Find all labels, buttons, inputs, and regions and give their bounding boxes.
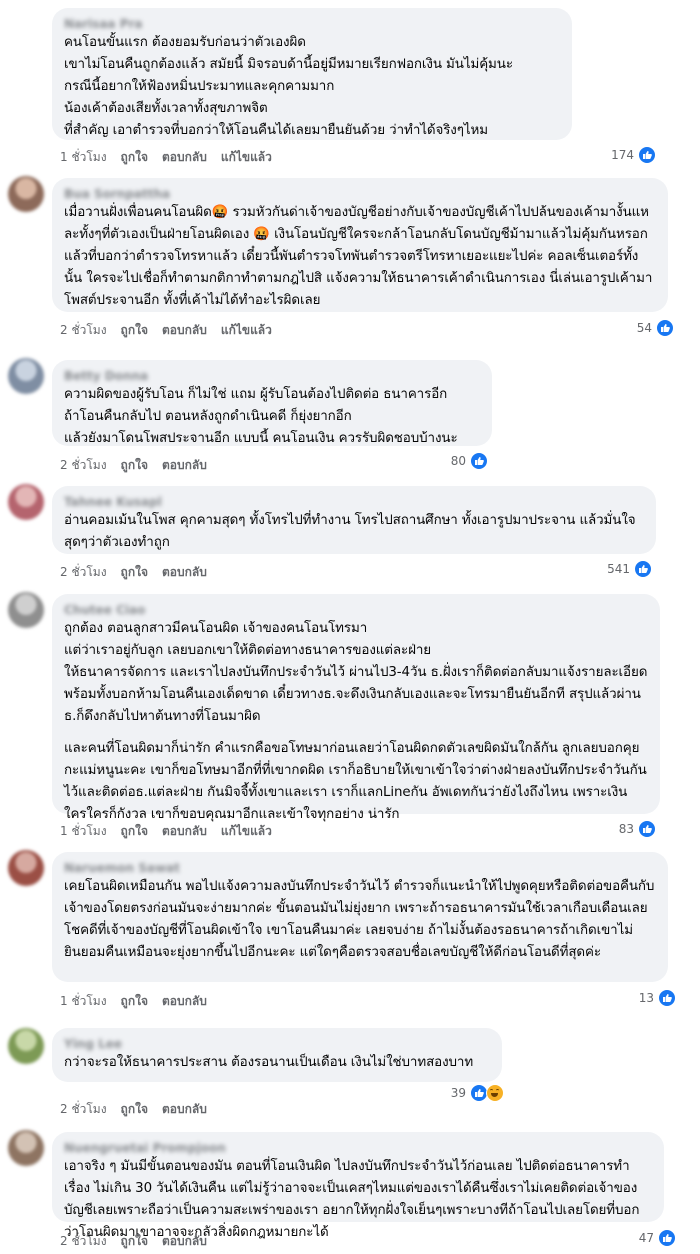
reaction-count: 83	[618, 822, 634, 836]
comment-time[interactable]: 2 ชั่วโมง	[60, 1100, 107, 1119]
comment-author[interactable]: Naruemon Sawat	[64, 860, 656, 876]
comment-author[interactable]: Nuengruetai Prompjoon	[64, 1140, 652, 1156]
comment-actions: 2 ชั่วโมง ถูกใจ ตอบกลับ	[60, 1100, 207, 1119]
comment-time[interactable]: 2 ชั่วโมง	[60, 321, 107, 340]
reaction-summary[interactable]: 54	[637, 319, 674, 337]
like-button[interactable]: ถูกใจ	[121, 992, 148, 1011]
like-button[interactable]: ถูกใจ	[121, 822, 148, 841]
edited-label[interactable]: แก้ไขแล้ว	[221, 822, 272, 841]
comment-text: และคนที่โอนผิดมาก็น่ารัก คำแรกคือขอโทษมา…	[64, 741, 647, 822]
comment-time[interactable]: 2 ชั่วโมง	[60, 563, 107, 582]
comment-author[interactable]: Chutee Ciao	[64, 602, 648, 618]
comment-bubble: Bua Sornpattha เมื่อวานฝั่งเพื่อนคนโอนผิ…	[52, 178, 668, 312]
comment-time[interactable]: 2 ชั่วโมง	[60, 1232, 107, 1251]
like-button[interactable]: ถูกใจ	[121, 563, 148, 582]
reaction-summary[interactable]: 83	[619, 820, 656, 838]
like-icon	[656, 319, 674, 337]
comment-actions: 2 ชั่วโมง ถูกใจ ตอบกลับ	[60, 563, 207, 582]
reply-button[interactable]: ตอบกลับ	[162, 1100, 207, 1119]
reply-button[interactable]: ตอบกลับ	[162, 148, 207, 167]
reaction-count: 174	[611, 148, 634, 162]
comment-bubble: Ying Lee กว่าจะรอให้ธนาคารประสาน ต้องรอน…	[52, 1028, 502, 1082]
edited-label[interactable]: แก้ไขแล้ว	[221, 321, 272, 340]
reply-button[interactable]: ตอบกลับ	[162, 1232, 207, 1251]
avatar[interactable]	[8, 1130, 44, 1166]
reaction-summary[interactable]: 39	[451, 1084, 504, 1102]
reply-button[interactable]: ตอบกลับ	[162, 563, 207, 582]
comment-actions: 1 ชั่วโมง ถูกใจ ตอบกลับ แก้ไขแล้ว	[60, 148, 272, 167]
comment-actions: 2 ชั่วโมง ถูกใจ ตอบกลับ แก้ไขแล้ว	[60, 321, 272, 340]
comment-time[interactable]: 1 ชั่วโมง	[60, 822, 107, 841]
avatar[interactable]	[8, 176, 44, 212]
edited-label[interactable]: แก้ไขแล้ว	[221, 148, 272, 167]
comment-author[interactable]: Tahnee Kusapl	[64, 494, 644, 510]
comment-time[interactable]: 1 ชั่วโมง	[60, 148, 107, 167]
reaction-summary[interactable]: 174	[611, 146, 656, 164]
like-icon	[638, 820, 656, 838]
avatar[interactable]	[8, 850, 44, 886]
comment-text: ถูกต้อง ตอนลูกสาวมีคนโอนผิด เจ้าของคนโอน…	[64, 621, 648, 724]
avatar[interactable]	[8, 484, 44, 520]
comment-actions: 2 ชั่วโมง ถูกใจ ตอบกลับ	[60, 1232, 207, 1251]
comment-bubble: Betty Donna ความผิดของผู้รับโอน ก็ไม่ใช่…	[52, 360, 492, 446]
comment-actions: 2 ชั่วโมง ถูกใจ ตอบกลับ	[60, 456, 207, 475]
comment-time[interactable]: 1 ชั่วโมง	[60, 992, 107, 1011]
reply-button[interactable]: ตอบกลับ	[162, 456, 207, 475]
comment-bubble: Narisaa Pra คนโอนขั้นแรก ต้องยอมรับก่อนว…	[52, 8, 572, 140]
like-icon	[638, 146, 656, 164]
comment-text: ความผิดของผู้รับโอน ก็ไม่ใช่ แถม ผู้รับโ…	[64, 387, 458, 446]
like-button[interactable]: ถูกใจ	[121, 1232, 148, 1251]
like-button[interactable]: ถูกใจ	[121, 1100, 148, 1119]
reaction-count: 541	[607, 562, 630, 576]
comment-text: เอาจริง ๆ มันมีขั้นตอนของมัน ตอนที่โอนเง…	[64, 1159, 640, 1240]
comment-author[interactable]: Narisaa Pra	[64, 16, 560, 32]
comment-time[interactable]: 2 ชั่วโมง	[60, 456, 107, 475]
like-button[interactable]: ถูกใจ	[121, 321, 148, 340]
like-button[interactable]: ถูกใจ	[121, 456, 148, 475]
like-icon	[658, 1229, 676, 1247]
comment-author[interactable]: Betty Donna	[64, 368, 480, 384]
reaction-summary[interactable]: 541	[607, 560, 652, 578]
avatar[interactable]	[8, 1028, 44, 1064]
like-button[interactable]: ถูกใจ	[121, 148, 148, 167]
haha-icon	[486, 1084, 504, 1102]
comment-bubble: Tahnee Kusapl อ่านคอมเม้นในโพส คุกคามสุด…	[52, 486, 656, 554]
reply-button[interactable]: ตอบกลับ	[162, 321, 207, 340]
reaction-count: 80	[450, 454, 466, 468]
like-icon	[470, 452, 488, 470]
like-icon	[634, 560, 652, 578]
comment-text: อ่านคอมเม้นในโพส คุกคามสุดๆ ทั้งโทรไปที่…	[64, 513, 636, 550]
comment-text: คนโอนขั้นแรก ต้องยอมรับก่อนว่าตัวเองผิด …	[64, 35, 513, 138]
reaction-count: 47	[638, 1231, 654, 1245]
reaction-count: 13	[638, 991, 654, 1005]
reaction-summary[interactable]: 47	[639, 1229, 676, 1247]
comment-text: เมื่อวานฝั่งเพื่อนคนโอนผิด🤬 รวมหัวกันด่า…	[64, 205, 653, 308]
comment-bubble: Nuengruetai Prompjoon เอาจริง ๆ มันมีขั้…	[52, 1132, 664, 1240]
comment-text: กว่าจะรอให้ธนาคารประสาน ต้องรอนานเป็นเดื…	[64, 1055, 474, 1070]
comment-text: เคยโอนผิดเหมือนกัน พอไปแจ้งความลงบันทึกป…	[64, 879, 655, 960]
comment-author[interactable]: Bua Sornpattha	[64, 186, 656, 202]
reaction-summary[interactable]: 80	[451, 452, 488, 470]
comment-bubble: Chutee Ciao ถูกต้อง ตอนลูกสาวมีคนโอนผิด …	[52, 594, 660, 822]
comment-actions: 1 ชั่วโมง ถูกใจ ตอบกลับ แก้ไขแล้ว	[60, 822, 272, 841]
comment-author[interactable]: Ying Lee	[64, 1036, 490, 1052]
reaction-summary[interactable]: 13	[639, 989, 676, 1007]
avatar[interactable]	[8, 358, 44, 394]
like-icon	[658, 989, 676, 1007]
reply-button[interactable]: ตอบกลับ	[162, 992, 207, 1011]
reply-button[interactable]: ตอบกลับ	[162, 822, 207, 841]
reaction-count: 39	[450, 1086, 466, 1100]
comment-actions: 1 ชั่วโมง ถูกใจ ตอบกลับ	[60, 992, 207, 1011]
reaction-count: 54	[636, 321, 652, 335]
avatar[interactable]	[8, 592, 44, 628]
comment-bubble: Naruemon Sawat เคยโอนผิดเหมือนกัน พอไปแจ…	[52, 852, 668, 982]
